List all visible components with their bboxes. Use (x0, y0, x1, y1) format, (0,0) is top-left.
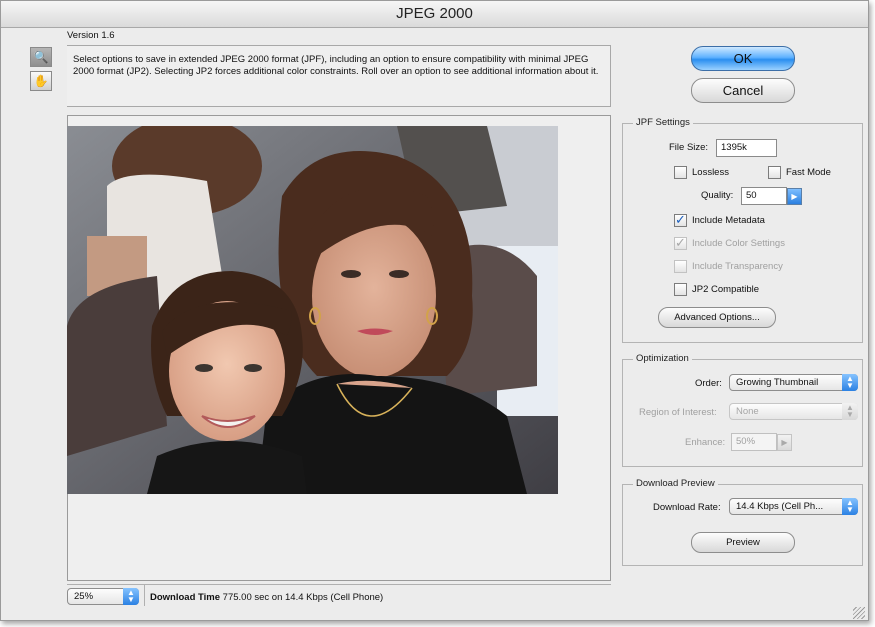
include-transparency-label: Include Transparency (692, 261, 783, 272)
lossless-label: Lossless (692, 167, 729, 178)
version-label: Version 1.6 (67, 30, 115, 41)
download-preview-group (622, 484, 863, 566)
jp2-compatible-checkbox[interactable] (674, 283, 687, 296)
download-rate-select[interactable]: 14.4 Kbps (Cell Ph... ▲ ▼ (729, 498, 858, 515)
quality-field[interactable]: 50 (741, 187, 787, 205)
description-text: Select options to save in extended JPEG … (67, 45, 611, 107)
include-metadata-label: Include Metadata (692, 215, 765, 226)
order-label: Order: (695, 378, 722, 389)
jpf-settings-title: JPF Settings (633, 117, 693, 128)
download-time-label: Download Time (150, 592, 221, 603)
fast-mode-label: Fast Mode (786, 167, 831, 178)
include-transparency-checkbox[interactable] (674, 260, 687, 273)
status-divider (144, 584, 145, 606)
select-arrows-icon: ▲ ▼ (842, 403, 858, 420)
download-rate-label: Download Rate: (653, 502, 721, 513)
download-preview-title: Download Preview (633, 478, 718, 489)
hand-tool-icon[interactable]: ✋ (30, 71, 52, 91)
resize-grip-icon[interactable] (853, 607, 865, 619)
roi-label: Region of Interest: (639, 407, 717, 418)
advanced-options-button[interactable]: Advanced Options... (658, 307, 776, 328)
enhance-slider-arrow-icon[interactable]: ▶ (777, 434, 792, 451)
quality-slider-arrow-icon[interactable]: ▶ (787, 188, 802, 205)
optimization-title: Optimization (633, 353, 692, 364)
enhance-label: Enhance: (685, 437, 726, 448)
include-color-settings-checkbox[interactable]: ✓ (674, 236, 687, 250)
preview-button[interactable]: Preview (691, 532, 795, 553)
fast-mode-checkbox[interactable] (768, 166, 781, 179)
enhance-field[interactable]: 50% (731, 433, 777, 451)
select-arrows-icon: ▲ ▼ (842, 374, 858, 391)
zoom-value: 25% (74, 591, 94, 602)
lossless-checkbox[interactable] (674, 166, 687, 179)
select-arrows-icon: ▲ ▼ (842, 498, 858, 515)
zoom-tool-icon[interactable]: 🔍 (30, 47, 52, 67)
jp2-compatible-label: JP2 Compatible (692, 284, 760, 295)
cancel-button[interactable]: Cancel (691, 78, 795, 103)
quality-label: Quality: (701, 190, 734, 201)
preview-photo[interactable] (67, 126, 558, 494)
download-rate-value: 14.4 Kbps (Cell Ph... (736, 501, 824, 512)
ok-button[interactable]: OK (691, 46, 795, 71)
roi-value: None (736, 406, 759, 417)
roi-select[interactable]: None ▲ ▼ (729, 403, 858, 420)
order-value: Growing Thumbnail (736, 377, 819, 388)
download-time: Download Time 775.00 sec on 14.4 Kbps (C… (150, 592, 383, 603)
file-size-label: File Size: (669, 142, 709, 153)
include-metadata-checkbox[interactable]: ✓ (674, 213, 687, 227)
zoom-select[interactable]: 25% ▲ ▼ (67, 588, 139, 605)
photo-illustration (67, 126, 558, 494)
download-time-value: 775.00 sec on 14.4 Kbps (Cell Phone) (222, 592, 384, 603)
select-arrows-icon: ▲ ▼ (123, 588, 139, 605)
order-select[interactable]: Growing Thumbnail ▲ ▼ (729, 374, 858, 391)
jpeg2000-dialog: JPEG 2000 Version 1.6 🔍 ✋ Select options… (0, 0, 869, 621)
file-size-field[interactable]: 1395k (716, 139, 777, 157)
include-color-settings-label: Include Color Settings (692, 238, 785, 249)
dialog-title: JPEG 2000 (1, 1, 868, 28)
